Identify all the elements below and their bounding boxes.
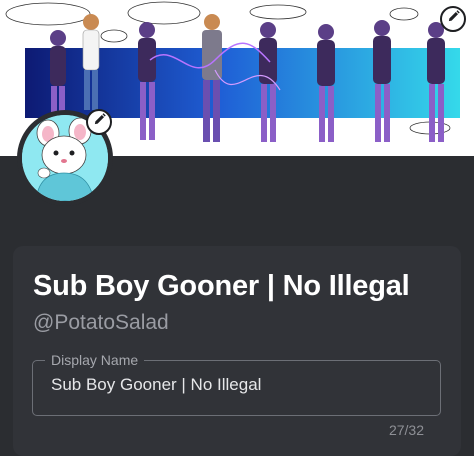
speech-bubble — [389, 7, 419, 21]
edit-avatar-button[interactable] — [86, 109, 112, 135]
profile-username: @PotatoSalad — [33, 311, 169, 334]
pencil-icon — [447, 10, 460, 28]
character-counter: 27/32 — [388, 422, 424, 438]
speech-bubble — [100, 29, 128, 43]
display-name-field-label: Display Name — [45, 352, 145, 368]
speech-bubble — [249, 4, 307, 20]
speech-bubble — [5, 2, 91, 26]
speech-bubble — [127, 1, 201, 25]
edit-banner-button[interactable] — [440, 6, 466, 32]
display-name-input[interactable]: Sub Boy Gooner | No Illegal — [51, 375, 261, 395]
pencil-icon — [93, 113, 106, 131]
profile-display-name: Sub Boy Gooner | No Illegal — [33, 270, 410, 302]
